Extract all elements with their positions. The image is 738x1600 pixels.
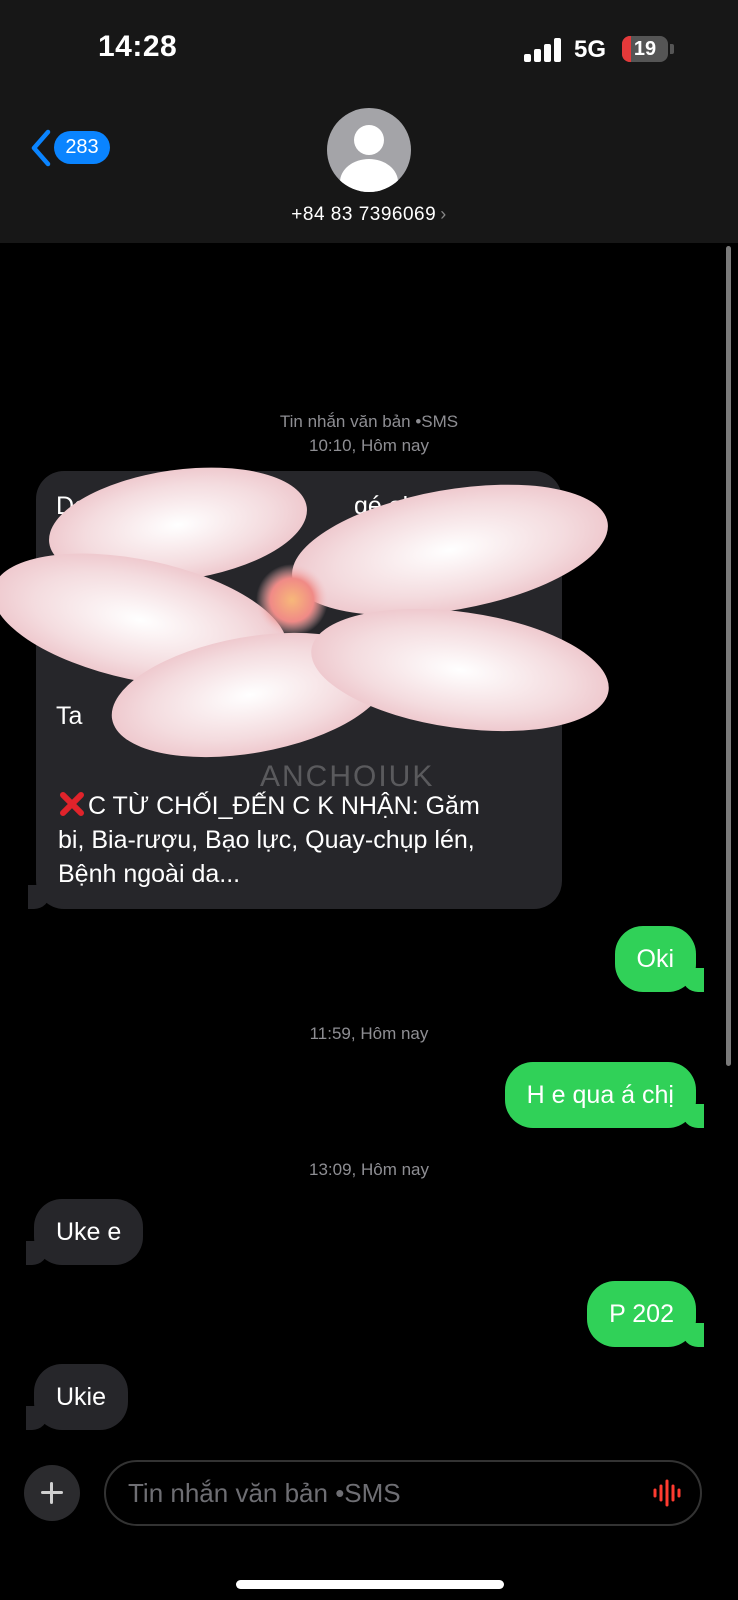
contact-avatar[interactable]: [327, 108, 411, 192]
timestamp-header: 13:09, Hôm nay: [308, 1160, 429, 1179]
pink-flower-sticker: [0, 467, 609, 758]
back-unread-badge[interactable]: 283: [54, 131, 110, 164]
message-line: C TỪ CHỐI_ĐẾN C K NHẬN: Găm: [58, 789, 544, 823]
battery-icon: 19: [622, 36, 668, 62]
back-chevron-icon[interactable]: [26, 128, 56, 168]
scrollbar[interactable]: [726, 246, 731, 1066]
chevron-right-icon: ›: [440, 204, 447, 224]
cell-signal-icon: [524, 38, 564, 62]
message-text: P 202: [609, 1300, 674, 1328]
message-line: bi, Bia-rượu, Bạo lực, Quay-chụp lén,: [58, 826, 475, 854]
message-text: Uke e: [56, 1218, 122, 1246]
received-message-bubble[interactable]: Ukie: [26, 1364, 129, 1430]
home-indicator[interactable]: [236, 1580, 504, 1589]
battery-cap: [670, 44, 674, 54]
message-text: Ukie: [56, 1383, 107, 1411]
message-text: H e qua á chị: [526, 1081, 674, 1109]
status-time: 14:28: [98, 30, 178, 63]
red-cross-mark-icon: [60, 792, 84, 816]
bubble-tail: [28, 885, 50, 909]
network-type: 5G: [574, 36, 607, 63]
sent-message-bubble[interactable]: P 202: [587, 1281, 704, 1347]
received-message-bubble[interactable]: Uke e: [26, 1199, 144, 1265]
message-line: Bệnh ngoài da...: [58, 860, 241, 888]
sent-message-bubble[interactable]: H e qua á chị: [504, 1062, 704, 1128]
message-input-placeholder: Tin nhắn văn bản •SMS: [128, 1478, 401, 1508]
audio-waveform-icon[interactable]: [652, 1478, 684, 1508]
timestamp-header: 11:59, Hôm nay: [309, 1024, 429, 1043]
battery-level: 19: [633, 38, 657, 60]
contact-name[interactable]: +84 83 7396069 ›: [0, 204, 738, 226]
sent-message-bubble[interactable]: Oki: [614, 926, 704, 992]
watermark: ANCHOIUK: [260, 760, 435, 793]
add-attachment-button[interactable]: [24, 1465, 80, 1521]
timestamp-header: Tin nhắn văn bản •SMS 10:10, Hôm nay: [279, 412, 459, 455]
